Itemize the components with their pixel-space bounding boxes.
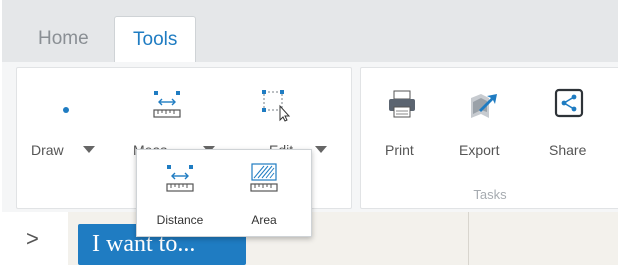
menu-item-area[interactable]: Area — [227, 156, 301, 232]
chevron-right-icon[interactable]: > — [26, 226, 39, 252]
tab-tools[interactable]: Tools — [114, 16, 197, 63]
menu-item-distance-label: Distance — [156, 213, 204, 227]
share-icon — [554, 88, 584, 123]
draw-label: Draw — [31, 142, 64, 158]
measure-button[interactable]: Meas... — [129, 88, 229, 158]
print-label: Print — [385, 142, 414, 158]
share-button[interactable]: Share — [539, 88, 599, 158]
measure-dropdown-menu: Distance Area — [136, 149, 312, 237]
export-icon — [467, 88, 499, 125]
edit-chevron-down-icon[interactable] — [315, 146, 327, 153]
edit-button[interactable]: Edit — [247, 88, 337, 158]
side-panel-toggle-strip: > — [2, 212, 69, 265]
dot-icon — [61, 102, 71, 120]
share-label: Share — [549, 142, 587, 158]
ruler-icon — [151, 88, 183, 125]
area-ruler-icon — [248, 162, 280, 199]
export-button[interactable]: Export — [453, 88, 513, 158]
ribbon-tab-strip: Home Tools — [2, 0, 618, 63]
export-label: Export — [459, 142, 500, 158]
printer-icon — [386, 88, 418, 125]
print-button[interactable]: Print — [377, 88, 427, 158]
app-frame: Home Tools Draw Print Export Share Tasks… — [0, 0, 618, 265]
distance-ruler-icon — [164, 162, 196, 199]
select-edit-icon — [258, 88, 292, 127]
draw-button[interactable]: Draw — [31, 88, 101, 158]
draw-chevron-down-icon[interactable] — [83, 146, 95, 153]
menu-item-area-label: Area — [251, 213, 277, 227]
tasks-group: Print Export Share Tasks — [360, 67, 618, 209]
tab-home[interactable]: Home — [20, 16, 107, 62]
tasks-group-label: Tasks — [473, 187, 507, 202]
menu-item-distance[interactable]: Distance — [143, 156, 217, 232]
map-divider — [468, 212, 469, 265]
